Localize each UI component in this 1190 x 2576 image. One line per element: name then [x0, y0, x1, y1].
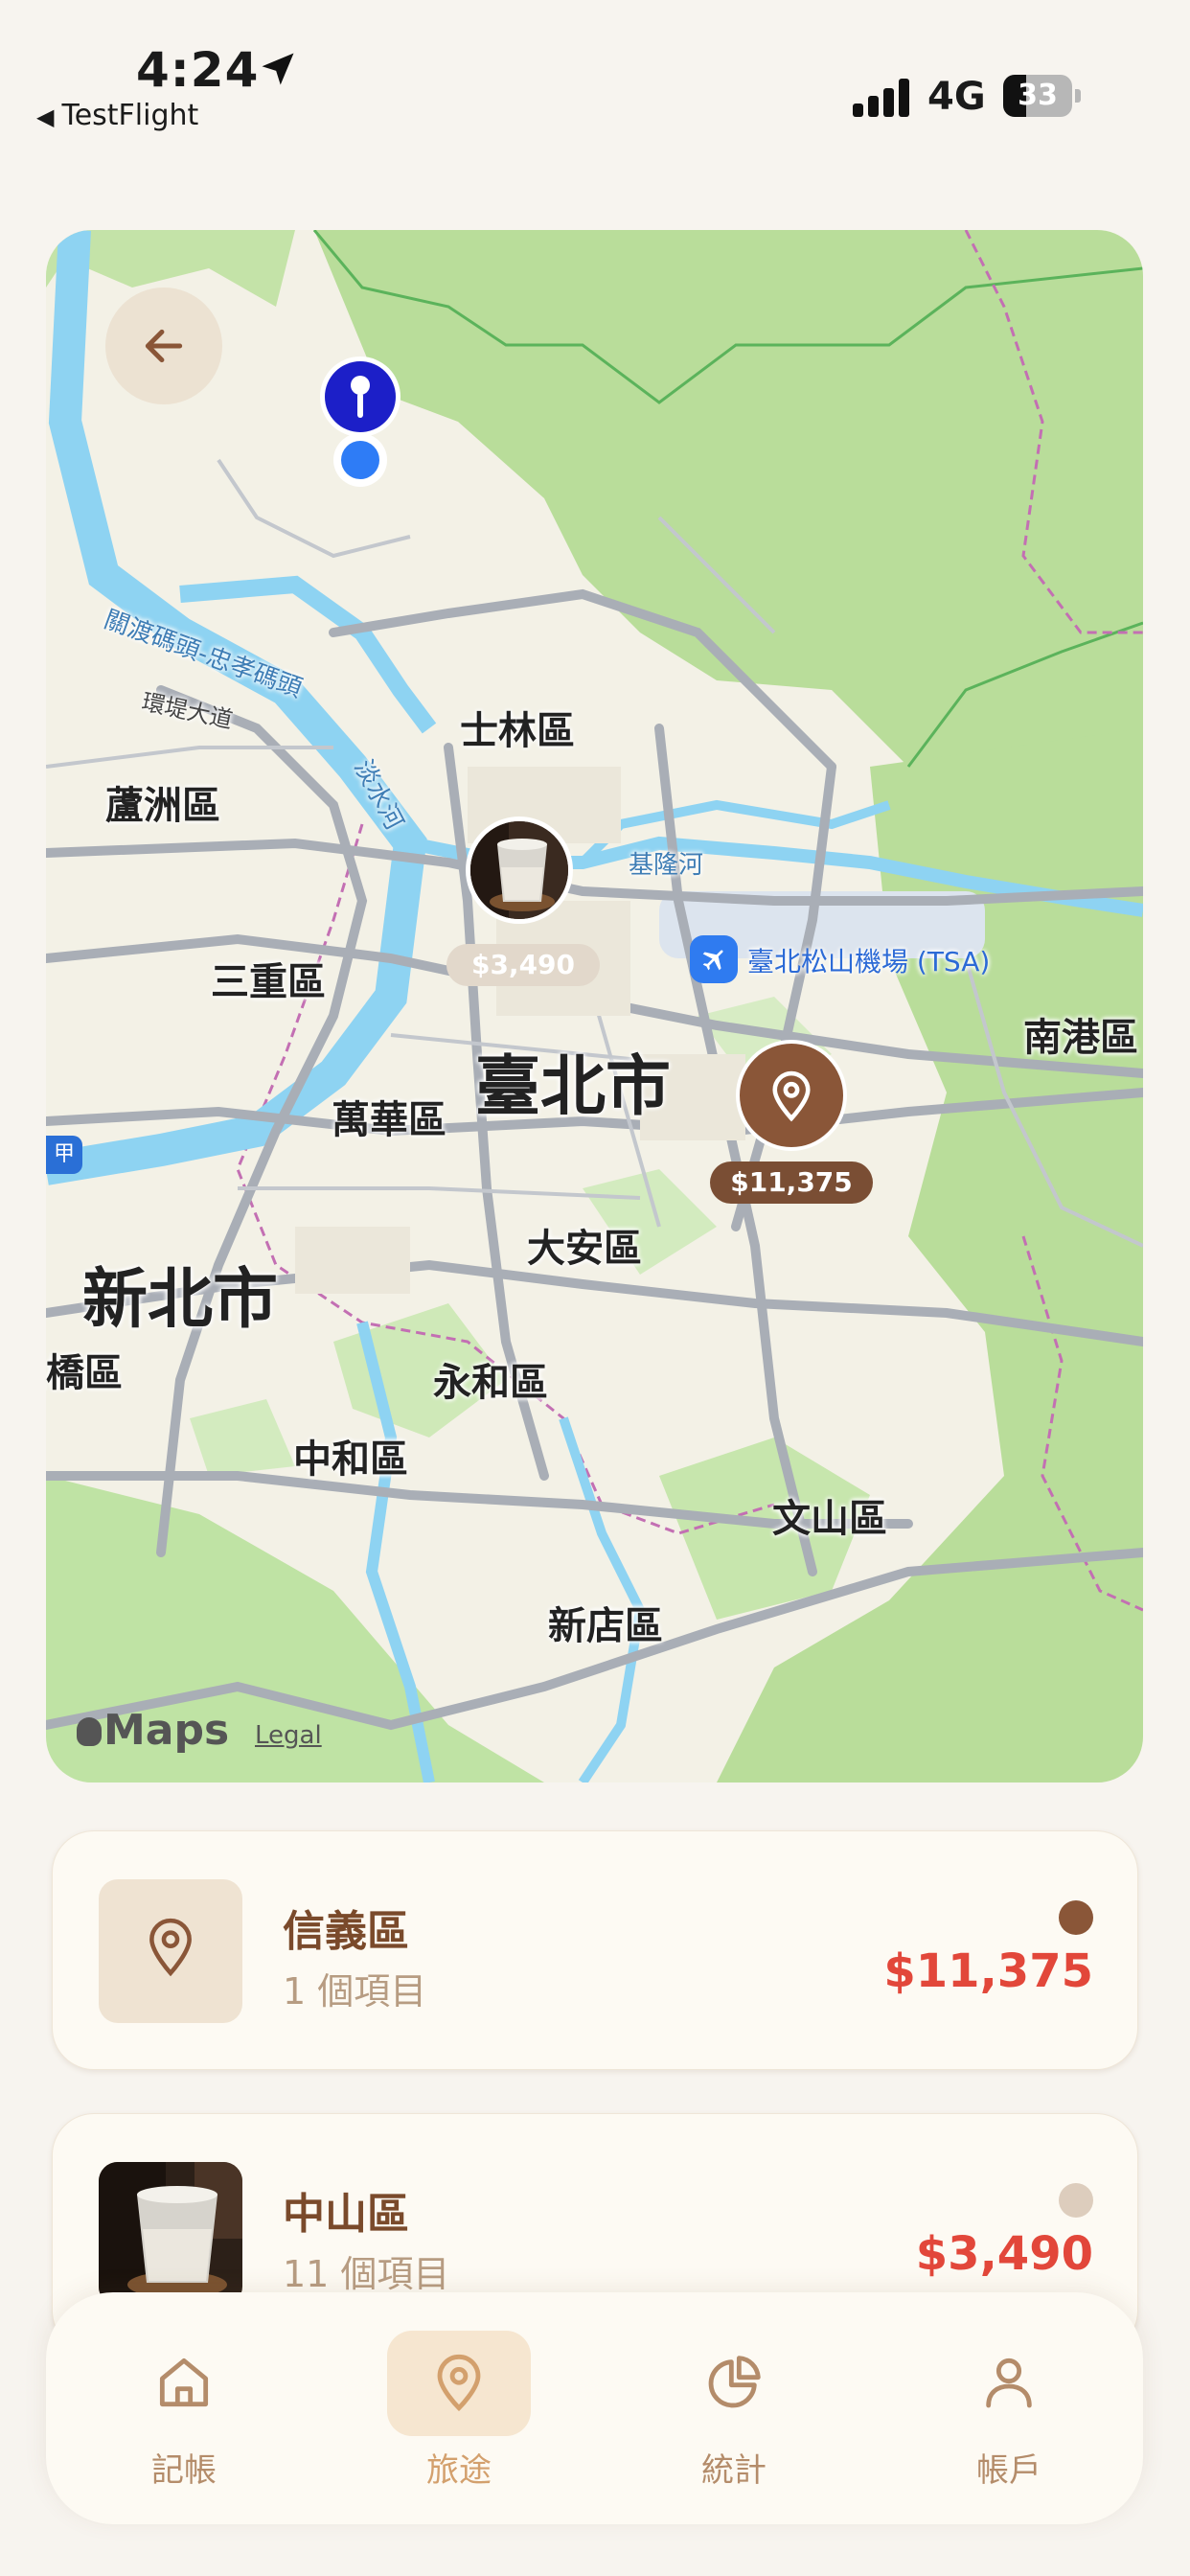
- map-label-shilin: 士林區: [460, 709, 575, 753]
- back-button[interactable]: [105, 288, 222, 404]
- location-card-icon: [99, 1879, 242, 2023]
- map-label-luzhou: 蘆洲區: [105, 784, 220, 828]
- location-pin-xinyi[interactable]: [736, 1040, 847, 1151]
- location-name: 信義區: [283, 1907, 409, 1956]
- location-arrow-icon: [262, 53, 294, 85]
- location-amount: $11,375: [883, 1944, 1093, 1998]
- tab-label: 記帳: [151, 2451, 217, 2490]
- map-label-sanchong: 三重區: [211, 960, 326, 1004]
- map-label-nangang: 南港區: [1023, 1016, 1138, 1060]
- apple-maps-logo: Maps: [77, 1706, 229, 1755]
- location-color-dot: [1059, 2183, 1093, 2218]
- map-label-airport: 臺北松山機場 (TSA): [747, 946, 991, 978]
- route-badge: 甲: [46, 1136, 82, 1174]
- map-pin-icon: [772, 1070, 811, 1122]
- drink-photo-thumbnail: [470, 821, 568, 919]
- maps-brand: Maps: [103, 1706, 230, 1755]
- status-bar: 4:24 ◀ TestFlight 4G 33: [0, 0, 1190, 144]
- map-label-banqiao: 板橋區: [46, 1351, 123, 1395]
- location-name: 中山區: [283, 2190, 409, 2239]
- map-label-wanhua: 萬華區: [332, 1098, 446, 1142]
- map-label-xindian: 新店區: [548, 1604, 663, 1648]
- map-pin-icon: [149, 1918, 192, 1977]
- location-card-xinyi[interactable]: 信義區 1 個項目 $11,375: [52, 1830, 1138, 2070]
- back-to-testflight[interactable]: ◀ TestFlight: [36, 99, 198, 132]
- pie-chart-icon: [708, 2356, 761, 2408]
- map-label-zhonghe: 中和區: [293, 1438, 408, 1482]
- back-triangle-icon: ◀: [36, 104, 55, 130]
- map-pin-icon: [437, 2355, 481, 2412]
- airport-icon: [690, 935, 738, 983]
- location-item-count: 11 個項目: [283, 2253, 450, 2295]
- tab-label: 旅途: [426, 2451, 492, 2490]
- location-item-count: 1 個項目: [283, 1970, 427, 2012]
- tab-bookkeeping[interactable]: 記帳: [112, 2331, 256, 2490]
- legal-link[interactable]: Legal: [255, 1721, 322, 1750]
- photo-pin-zhongshan[interactable]: [466, 816, 573, 924]
- location-color-dot: [1059, 1900, 1093, 1935]
- drink-photo-thumbnail: [99, 2162, 242, 2306]
- user-location-pin-icon[interactable]: [312, 353, 408, 496]
- map-view[interactable]: 士林區 蘆洲區 三重區 萬華區 大安區 永和區 中和區 文山區 新店區 南港區 …: [46, 230, 1143, 1782]
- tab-account[interactable]: 帳戶: [937, 2331, 1081, 2490]
- location-card-photo: [99, 2162, 242, 2306]
- tab-trips[interactable]: 旅途: [387, 2331, 531, 2490]
- person-icon: [986, 2358, 1032, 2408]
- arrow-left-icon: [145, 329, 183, 363]
- tab-bar: 記帳 旅途 統計 帳戶: [46, 2292, 1143, 2524]
- map-label-taipei-city: 臺北市: [475, 1049, 672, 1125]
- map-label-yonghe: 永和區: [433, 1361, 548, 1405]
- map-label-wenshan: 文山區: [772, 1497, 887, 1541]
- network-type: 4G: [927, 75, 986, 119]
- clock: 4:24: [136, 42, 260, 98]
- map-label-new-taipei-city: 新北市: [82, 1262, 279, 1338]
- battery-icon: 33: [1003, 75, 1081, 117]
- cellular-signal-icon: [853, 79, 912, 117]
- map-label-daan: 大安區: [527, 1227, 642, 1271]
- back-app-label: TestFlight: [61, 99, 199, 132]
- map-canvas[interactable]: [46, 230, 1143, 1782]
- map-label-keelung-river: 基隆河: [629, 851, 704, 880]
- battery-level: 33: [1018, 79, 1058, 112]
- location-amount: $3,490: [915, 2227, 1093, 2281]
- tab-label: 統計: [701, 2451, 767, 2490]
- home-icon: [159, 2358, 209, 2407]
- tab-statistics[interactable]: 統計: [662, 2331, 806, 2490]
- apple-logo-icon: [77, 1717, 102, 1746]
- tab-label: 帳戶: [976, 2451, 1041, 2490]
- price-pill-xinyi[interactable]: $11,375: [710, 1162, 873, 1204]
- price-pill-zhongshan[interactable]: $3,490: [446, 944, 600, 986]
